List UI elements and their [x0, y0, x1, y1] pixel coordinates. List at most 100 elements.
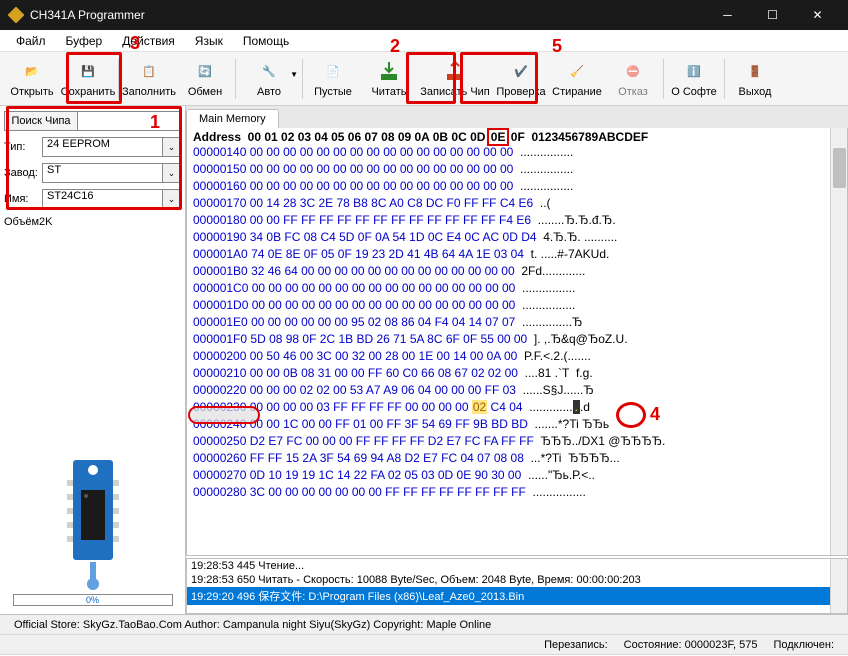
hex-row[interactable]: 00000200 00 50 46 00 3C 00 32 00 28 00 1… [193, 348, 841, 365]
hex-row[interactable]: 000001A0 74 0E 8E 0F 05 0F 19 23 2D 41 4… [193, 246, 841, 263]
log-line[interactable]: 19:28:53 650 Читать - Скорость: 10088 By… [187, 573, 847, 587]
tab-main-memory[interactable]: Main Memory [186, 109, 279, 128]
vendor-select[interactable]: ST [42, 163, 163, 183]
chip-search-button[interactable]: Поиск Чипа [4, 111, 78, 131]
about-button[interactable]: ℹ️О Софте [666, 54, 722, 104]
hex-row[interactable]: 000001F0 5D 08 98 0F 2C 1B BD 26 71 5A 8… [193, 331, 841, 348]
chip-image: 0% [4, 460, 181, 610]
close-button[interactable]: ✕ [795, 0, 840, 30]
menu-actions[interactable]: Действия [112, 32, 185, 50]
log-line-selected[interactable]: 19:29:20 496 保存文件: D:\Program Files (x86… [187, 587, 847, 605]
menu-language[interactable]: Язык [185, 32, 233, 50]
menu-bar: Файл Буфер Действия Язык Помощь [0, 30, 848, 52]
hex-row[interactable]: 000001D0 00 00 00 00 00 00 00 00 00 00 0… [193, 297, 841, 314]
hex-row[interactable]: 000001B0 32 46 64 00 00 00 00 00 00 00 0… [193, 263, 841, 280]
right-panel: Main Memory Address 00 01 02 03 04 05 06… [186, 106, 848, 614]
vendor-row: Завод: ST ⌄ [4, 162, 181, 184]
save-button[interactable]: 💾Сохранить [60, 54, 116, 104]
hex-row[interactable]: 00000250 D2 E7 FC 00 00 00 FF FF FF FF D… [193, 433, 841, 450]
app-icon [8, 7, 24, 23]
menu-buffer[interactable]: Буфер [56, 32, 113, 50]
cancel-button[interactable]: ⛔Отказ [605, 54, 661, 104]
hex-row[interactable]: 00000270 0D 10 19 19 1C 14 22 FA 02 05 0… [193, 467, 841, 484]
menu-help[interactable]: Помощь [233, 32, 299, 50]
scrollbar-thumb[interactable] [833, 148, 846, 188]
log-panel[interactable]: 19:28:53 445 Чтение... 19:28:53 650 Чита… [186, 558, 848, 614]
separator [724, 59, 725, 99]
chip-search-input[interactable] [78, 111, 181, 131]
chevron-down-icon[interactable]: ⌄ [163, 163, 181, 183]
exit-button[interactable]: 🚪Выход [727, 54, 783, 104]
separator [118, 59, 119, 99]
hex-row[interactable]: 00000180 00 00 FF FF FF FF FF FF FF FF F… [193, 212, 841, 229]
save-icon: 💾 [76, 60, 100, 84]
erase-icon: 🧹 [565, 60, 589, 84]
title-bar: CH341A Programmer ─ ☐ ✕ [0, 0, 848, 30]
hex-header: Address 00 01 02 03 04 05 06 07 08 09 0A… [193, 130, 841, 144]
verify-icon: ✔️ [509, 60, 533, 84]
read-icon [377, 60, 401, 84]
chevron-down-icon[interactable]: ⌄ [163, 189, 181, 209]
cancel-icon: ⛔ [621, 60, 645, 84]
about-icon: ℹ️ [682, 60, 706, 84]
fill-button[interactable]: 📋Заполнить [121, 54, 177, 104]
main-area: Поиск Чипа Тип: 24 EEPROM ⌄ Завод: ST ⌄ … [0, 106, 848, 614]
type-row: Тип: 24 EEPROM ⌄ [4, 136, 181, 158]
hex-editor[interactable]: Address 00 01 02 03 04 05 06 07 08 09 0A… [186, 128, 848, 556]
hex-row[interactable]: 00000170 00 14 28 3C 2E 78 B8 8C A0 C8 D… [193, 195, 841, 212]
hex-row[interactable]: 00000210 00 00 0B 08 31 00 00 FF 60 C0 6… [193, 365, 841, 382]
status-bar: Official Store: SkyGz.TaoBao.Com Author:… [0, 614, 848, 654]
hex-row[interactable]: 00000150 00 00 00 00 00 00 00 00 00 00 0… [193, 161, 841, 178]
erase-button[interactable]: 🧹Стирание [549, 54, 605, 104]
chip-icon [63, 460, 123, 590]
write-icon [443, 60, 467, 84]
left-panel: Поиск Чипа Тип: 24 EEPROM ⌄ Завод: ST ⌄ … [0, 106, 186, 614]
hex-row[interactable]: 000001E0 00 00 00 00 00 00 95 02 08 86 0… [193, 314, 841, 331]
chevron-down-icon[interactable]: ⌄ [163, 137, 181, 157]
size-label: Объём2K [4, 216, 181, 228]
separator [302, 59, 303, 99]
hex-scrollbar[interactable] [830, 128, 847, 555]
status-connection: Подключен: [765, 639, 842, 651]
hex-row[interactable]: 00000140 00 00 00 00 00 00 00 00 00 00 0… [193, 144, 841, 161]
log-scrollbar[interactable] [830, 559, 847, 613]
minimize-button[interactable]: ─ [705, 0, 750, 30]
verify-button[interactable]: ✔️Проверка [493, 54, 549, 104]
type-label: Тип: [4, 141, 42, 153]
exit-icon: 🚪 [743, 60, 767, 84]
fill-icon: 📋 [137, 60, 161, 84]
auto-button[interactable]: 🔧Авто▼ [238, 54, 300, 104]
vendor-label: Завод: [4, 167, 42, 179]
write-button[interactable]: Записать Чип [417, 54, 493, 104]
status-state: Состояние: 0000023F, 575 [616, 639, 766, 651]
hex-row[interactable]: 00000230 00 00 00 00 03 FF FF FF FF 00 0… [193, 399, 841, 416]
chip-search-row: Поиск Чипа [4, 110, 181, 132]
progress-bar: 0% [13, 594, 173, 606]
read-button[interactable]: Читать [361, 54, 417, 104]
name-select[interactable]: ST24C16 [42, 189, 163, 209]
hex-row[interactable]: 00000260 FF FF 15 2A 3F 54 69 94 A8 D2 E… [193, 450, 841, 467]
swap-icon: 🔄 [193, 60, 217, 84]
hex-row[interactable]: 00000190 34 0B FC 08 C4 5D 0F 0A 54 1D 0… [193, 229, 841, 246]
type-select[interactable]: 24 EEPROM [42, 137, 163, 157]
hex-row[interactable]: 00000220 00 00 00 02 02 00 53 A7 A9 06 0… [193, 382, 841, 399]
hex-row[interactable]: 000001C0 00 00 00 00 00 00 00 00 00 00 0… [193, 280, 841, 297]
menu-file[interactable]: Файл [6, 32, 56, 50]
hex-row[interactable]: 00000280 3C 00 00 00 00 00 00 00 FF FF F… [193, 484, 841, 501]
status-rewrite: Перезапись: [536, 639, 616, 651]
log-line[interactable]: 19:28:53 445 Чтение... [187, 559, 847, 573]
name-label: Имя: [4, 193, 42, 205]
window-title: CH341A Programmer [30, 8, 705, 22]
open-button[interactable]: 📂Открыть [4, 54, 60, 104]
auto-icon: 🔧 [257, 60, 281, 84]
hex-row[interactable]: 00000240 00 00 1C 00 00 FF 01 00 FF 3F 5… [193, 416, 841, 433]
toolbar: 📂Открыть 💾Сохранить 📋Заполнить 🔄Обмен 🔧А… [0, 52, 848, 106]
hex-row[interactable]: 00000160 00 00 00 00 00 00 00 00 00 00 0… [193, 178, 841, 195]
separator [235, 59, 236, 99]
separator [663, 59, 664, 99]
maximize-button[interactable]: ☐ [750, 0, 795, 30]
swap-button[interactable]: 🔄Обмен [177, 54, 233, 104]
tabs: Main Memory [186, 106, 848, 128]
empty-button[interactable]: 📄Пустые [305, 54, 361, 104]
folder-open-icon: 📂 [20, 60, 44, 84]
